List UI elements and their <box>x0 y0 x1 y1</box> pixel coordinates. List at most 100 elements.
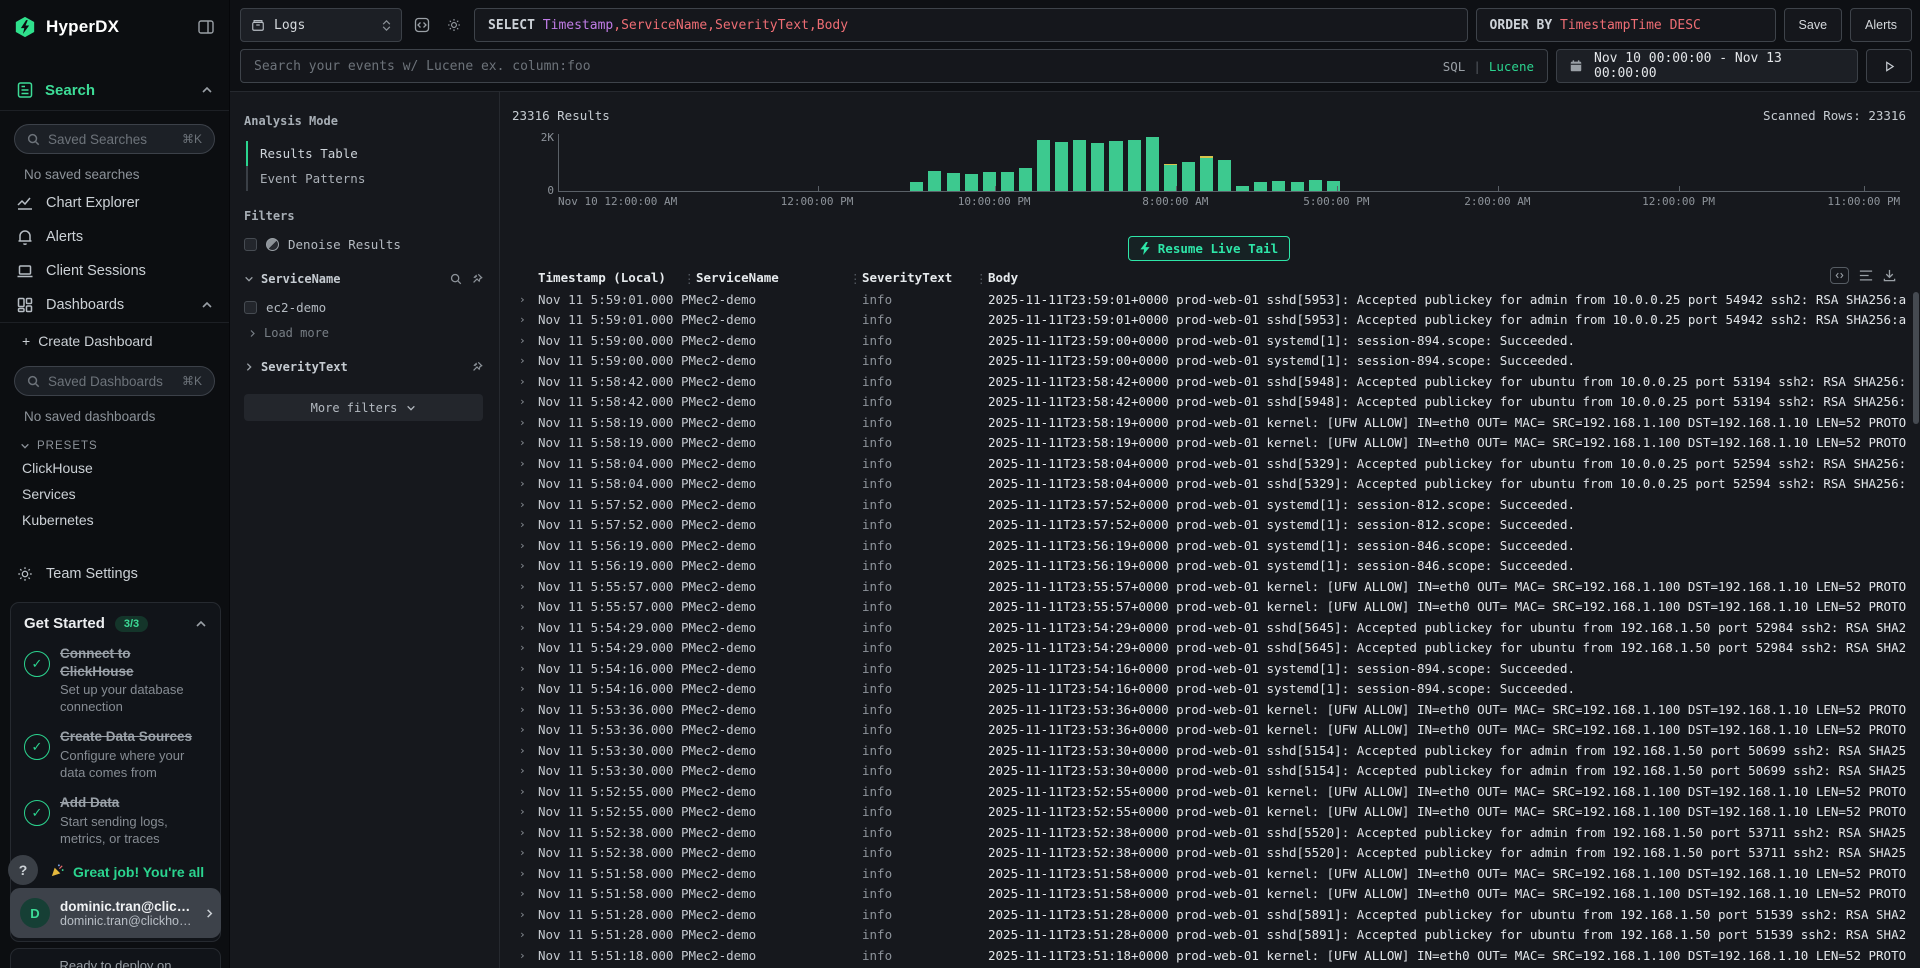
table-row[interactable]: ›Nov 11 5:58:42.000 PMec2-demoinfo2025-1… <box>512 392 1906 413</box>
sidebar-item-alerts[interactable]: Alerts <box>0 220 229 254</box>
row-expand-chevron[interactable]: › <box>512 395 538 408</box>
row-expand-chevron[interactable]: › <box>512 416 538 429</box>
table-row[interactable]: ›Nov 11 5:58:19.000 PMec2-demoinfo2025-1… <box>512 433 1906 454</box>
table-row[interactable]: ›Nov 11 5:52:55.000 PMec2-demoinfo2025-1… <box>512 781 1906 802</box>
row-expand-chevron[interactable]: › <box>512 949 538 962</box>
service-value-row[interactable]: ec2-demo <box>244 300 483 315</box>
row-expand-chevron[interactable]: › <box>512 457 538 470</box>
row-expand-chevron[interactable]: › <box>512 580 538 593</box>
alerts-button[interactable]: Alerts <box>1850 8 1912 42</box>
sidebar-item-search[interactable]: Search <box>0 70 229 110</box>
saved-dashboards-input[interactable]: Saved Dashboards ⌘K <box>14 366 215 396</box>
help-button[interactable]: ? <box>8 855 38 885</box>
table-row[interactable]: ›Nov 11 5:59:01.000 PMec2-demoinfo2025-1… <box>512 289 1906 310</box>
saved-searches-input[interactable]: Saved Searches ⌘K <box>14 124 215 154</box>
table-row[interactable]: ›Nov 11 5:53:36.000 PMec2-demoinfo2025-1… <box>512 699 1906 720</box>
table-row[interactable]: ›Nov 11 5:52:55.000 PMec2-demoinfo2025-1… <box>512 802 1906 823</box>
table-row[interactable]: ›Nov 11 5:54:29.000 PMec2-demoinfo2025-1… <box>512 617 1906 638</box>
row-expand-chevron[interactable]: › <box>512 826 538 839</box>
row-expand-chevron[interactable]: › <box>512 867 538 880</box>
row-density-icon[interactable] <box>1859 269 1873 282</box>
servicename-filter-group[interactable]: ServiceName <box>244 272 483 286</box>
row-expand-chevron[interactable]: › <box>512 539 538 552</box>
row-expand-chevron[interactable]: › <box>512 477 538 490</box>
column-header-servicename[interactable]: ServiceName <box>696 270 862 285</box>
sidebar-item-preset-services[interactable]: Services <box>0 481 229 507</box>
table-row[interactable]: ›Nov 11 5:54:29.000 PMec2-demoinfo2025-1… <box>512 638 1906 659</box>
row-expand-chevron[interactable]: › <box>512 334 538 347</box>
histogram-bar[interactable] <box>1019 168 1032 191</box>
histogram-bar[interactable] <box>1309 180 1322 191</box>
histogram-bar[interactable] <box>1272 181 1285 191</box>
column-config-icon[interactable] <box>1830 267 1849 284</box>
histogram-bar[interactable] <box>1254 182 1267 191</box>
chevron-up-icon[interactable] <box>201 299 213 311</box>
select-columns-input[interactable]: SELECT Timestamp,ServiceName,SeverityTex… <box>474 8 1468 42</box>
pin-icon[interactable] <box>471 361 483 373</box>
scrollbar-thumb[interactable] <box>1913 292 1919 424</box>
search-icon[interactable] <box>450 273 462 285</box>
date-range-picker[interactable]: Nov 10 00:00:00 - Nov 13 00:00:00 <box>1556 49 1858 83</box>
denoise-results-row[interactable]: Denoise Results <box>244 237 483 252</box>
row-expand-chevron[interactable]: › <box>512 436 538 449</box>
user-menu[interactable]: D dominic.tran@clic… dominic.tran@clickh… <box>10 888 221 938</box>
get-started-step[interactable]: ✓ Create Data Sources Configure where yo… <box>24 728 207 781</box>
row-expand-chevron[interactable]: › <box>512 785 538 798</box>
histogram-bar[interactable] <box>1164 164 1177 191</box>
more-filters-button[interactable]: More filters <box>244 394 483 421</box>
sidebar-item-preset-clickhouse[interactable]: ClickHouse <box>0 455 229 481</box>
get-started-step[interactable]: ✓ Add Data Start sending logs, metrics, … <box>24 794 207 847</box>
lucene-search-input[interactable]: Search your events w/ Lucene ex. column:… <box>240 49 1548 83</box>
resume-live-tail-button[interactable]: Resume Live Tail <box>1128 236 1290 261</box>
run-query-button[interactable] <box>1866 49 1912 83</box>
table-row[interactable]: ›Nov 11 5:59:00.000 PMec2-demoinfo2025-1… <box>512 330 1906 351</box>
table-row[interactable]: ›Nov 11 5:52:38.000 PMec2-demoinfo2025-1… <box>512 843 1906 864</box>
histogram-bar[interactable] <box>965 174 978 191</box>
row-expand-chevron[interactable]: › <box>512 354 538 367</box>
histogram-bar[interactable] <box>1146 137 1159 191</box>
histogram-bar[interactable] <box>1218 160 1231 191</box>
table-row[interactable]: ›Nov 11 5:53:30.000 PMec2-demoinfo2025-1… <box>512 740 1906 761</box>
source-select[interactable]: Logs <box>240 8 402 42</box>
histogram-bar[interactable] <box>1055 142 1068 191</box>
histogram-bar[interactable] <box>1037 140 1050 191</box>
table-row[interactable]: ›Nov 11 5:53:30.000 PMec2-demoinfo2025-1… <box>512 761 1906 782</box>
column-header-severitytext[interactable]: SeverityText <box>862 270 988 285</box>
row-expand-chevron[interactable]: › <box>512 723 538 736</box>
table-row[interactable]: ›Nov 11 5:54:16.000 PMec2-demoinfo2025-1… <box>512 658 1906 679</box>
row-expand-chevron[interactable]: › <box>512 703 538 716</box>
histogram-bar[interactable] <box>1091 143 1104 191</box>
pin-icon[interactable] <box>471 273 483 285</box>
sidebar-item-team-settings[interactable]: Team Settings <box>0 557 229 591</box>
load-more-button[interactable]: Load more <box>248 326 483 340</box>
table-row[interactable]: ›Nov 11 5:59:01.000 PMec2-demoinfo2025-1… <box>512 310 1906 331</box>
presets-section-toggle[interactable]: PRESETS <box>0 428 229 455</box>
settings-gear-icon[interactable] <box>442 8 466 42</box>
language-sql-toggle[interactable]: SQL <box>1443 59 1466 74</box>
table-row[interactable]: ›Nov 11 5:51:58.000 PMec2-demoinfo2025-1… <box>512 884 1906 905</box>
table-row[interactable]: ›Nov 11 5:52:38.000 PMec2-demoinfo2025-1… <box>512 822 1906 843</box>
service-checkbox[interactable] <box>244 301 257 314</box>
histogram-bar[interactable] <box>1128 140 1141 191</box>
sidebar-item-client-sessions[interactable]: Client Sessions <box>0 254 229 288</box>
create-dashboard-button[interactable]: + Create Dashboard <box>0 323 229 353</box>
histogram-bar[interactable] <box>1001 172 1014 191</box>
code-view-icon[interactable] <box>410 8 434 42</box>
language-lucene-toggle[interactable]: Lucene <box>1489 59 1534 74</box>
histogram-bar[interactable] <box>1073 140 1086 191</box>
row-expand-chevron[interactable]: › <box>512 313 538 326</box>
histogram-bar[interactable] <box>928 171 941 191</box>
row-expand-chevron[interactable]: › <box>512 846 538 859</box>
row-expand-chevron[interactable]: › <box>512 805 538 818</box>
chevron-up-icon[interactable] <box>195 618 207 630</box>
table-row[interactable]: ›Nov 11 5:53:36.000 PMec2-demoinfo2025-1… <box>512 720 1906 741</box>
order-by-input[interactable]: ORDER BY TimestampTime DESC <box>1476 8 1776 42</box>
histogram-bar[interactable] <box>983 172 996 191</box>
row-expand-chevron[interactable]: › <box>512 744 538 757</box>
row-expand-chevron[interactable]: › <box>512 908 538 921</box>
histogram-bar[interactable] <box>1200 156 1213 191</box>
row-expand-chevron[interactable]: › <box>512 928 538 941</box>
table-row[interactable]: ›Nov 11 5:58:04.000 PMec2-demoinfo2025-1… <box>512 453 1906 474</box>
histogram-bar[interactable] <box>1182 162 1195 191</box>
table-row[interactable]: ›Nov 11 5:58:42.000 PMec2-demoinfo2025-1… <box>512 371 1906 392</box>
